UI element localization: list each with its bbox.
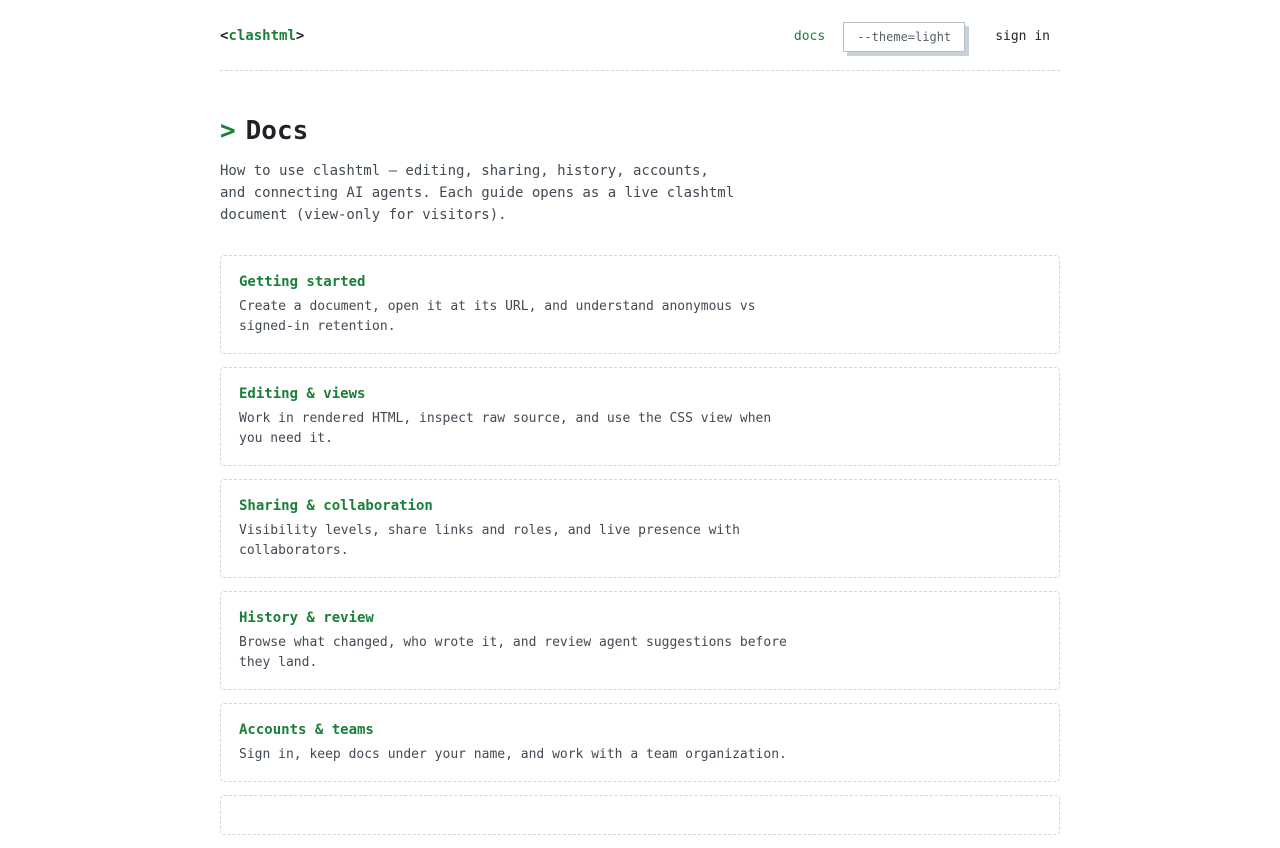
guide-card-description: Visibility levels, share links and roles… — [239, 523, 740, 558]
prompt-glyph: > — [220, 116, 236, 146]
top-header: <clashtml> docs --theme=light sign in — [220, 0, 1060, 71]
guide-card-sharing-collaboration[interactable]: Sharing & collaboration Visibility level… — [220, 479, 1060, 578]
page-container: <clashtml> docs --theme=light sign in > D… — [220, 0, 1060, 835]
guide-card-history-review[interactable]: History & review Browse what changed, wh… — [220, 591, 1060, 690]
logo-name: clashtml — [228, 28, 296, 44]
guide-list: Getting started Create a document, open … — [220, 255, 1060, 848]
guide-card-description: Sign in, keep docs under your name, and … — [239, 747, 787, 762]
guide-card-editing-views[interactable]: Editing & views Work in rendered HTML, i… — [220, 367, 1060, 466]
guide-card-description: Work in rendered HTML, inspect raw sourc… — [239, 411, 772, 446]
guide-card-title: History & review — [239, 610, 374, 626]
guide-card-getting-started[interactable]: Getting started Create a document, open … — [220, 255, 1060, 354]
top-nav: docs --theme=light sign in — [794, 22, 1050, 52]
nav-docs-link[interactable]: docs — [794, 22, 825, 52]
logo[interactable]: <clashtml> — [220, 28, 304, 44]
page-title: > Docs — [220, 115, 308, 147]
theme-toggle-button[interactable]: --theme=light — [843, 22, 966, 52]
page-title-text: Docs — [245, 116, 309, 146]
guide-card-title: Editing & views — [239, 386, 366, 402]
page-intro: How to use clashtml — editing, sharing, … — [220, 163, 735, 223]
guide-card-title: Accounts & teams — [239, 722, 374, 738]
sign-in-link[interactable]: sign in — [995, 22, 1050, 52]
guide-card-title: Sharing & collaboration — [239, 498, 433, 514]
guide-card-title: Getting started — [239, 274, 366, 290]
guide-card-accounts-teams[interactable]: Accounts & teams Sign in, keep docs unde… — [220, 703, 1060, 782]
guide-card-next[interactable] — [220, 795, 1060, 835]
guide-card-description: Create a document, open it at its URL, a… — [239, 299, 756, 334]
logo-bracket-close: > — [295, 28, 305, 44]
guide-card-description: Browse what changed, who wrote it, and r… — [239, 635, 787, 670]
